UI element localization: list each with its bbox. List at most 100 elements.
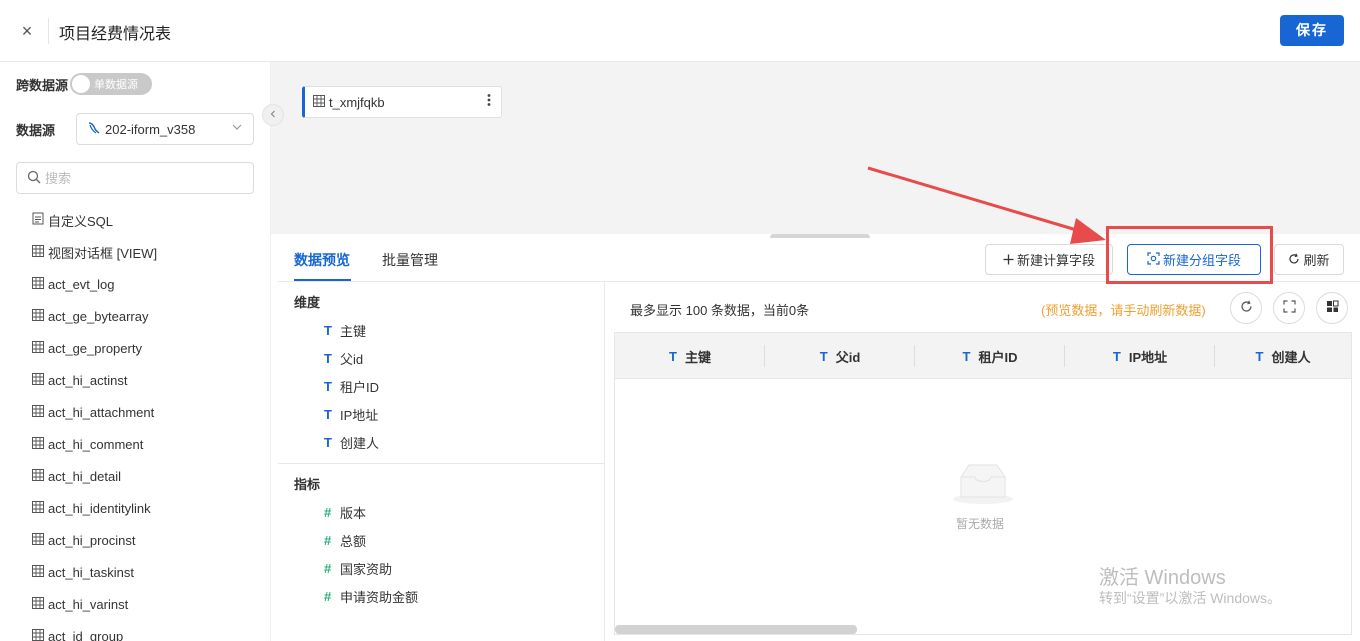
datasource-label: 数据源 [16,122,56,138]
sidebar-item-custom-sql[interactable]: 自定义SQL [32,204,157,236]
table-icon [32,276,45,292]
measure-field[interactable]: # 总额 [324,526,366,554]
text-type-icon: T [1255,348,1264,364]
sidebar-item-table[interactable]: act_hi_procinst [32,524,157,556]
sidebar-item-label: act_hi_detail [48,468,121,484]
empty-box-icon [951,463,1015,505]
field-label: 国家资助 [340,561,393,577]
sidebar-item-table[interactable]: act_hi_taskinst [32,556,157,588]
text-type-icon: T [324,406,332,422]
table-icon [32,244,45,260]
search-box [16,162,254,194]
measure-title: 指标 [294,477,321,492]
dimension-field[interactable]: T 主键 [324,316,366,344]
sidebar-item-label: act_ge_bytearray [48,308,149,324]
text-type-icon: T [962,348,971,364]
single-source-toggle[interactable]: 单数据源 [70,73,153,95]
tab-batch-manage[interactable]: 批量管理 [382,250,438,270]
sidebar-item-table[interactable]: act_hi_varinst [32,588,157,620]
sidebar-item-table[interactable]: act_ge_property [32,332,157,364]
refresh-button[interactable]: 刷新 [1274,244,1344,275]
sidebar-item-view[interactable]: 视图对话框 [VIEW] [32,236,157,268]
sidebar-item-label: act_id_group [48,628,124,641]
column-header[interactable]: T 父id [765,333,915,379]
table-icon [313,94,325,110]
sidebar-item-label: act_hi_procinst [48,532,136,548]
header-divider [48,18,49,44]
column-header[interactable]: T 租户ID [915,333,1065,379]
sidebar-item-label: act_hi_comment [48,436,144,452]
sidebar-item-table[interactable]: act_hi_identitylink [32,492,157,524]
text-type-icon: T [668,348,677,364]
measure-field[interactable]: # 申请资助金额 [324,582,418,610]
tab-data-preview[interactable]: 数据预览 [294,250,350,270]
refresh-label: 刷新 [1303,253,1330,268]
sidebar-item-table[interactable]: act_ge_bytearray [32,300,157,332]
sidebar-item-label: act_hi_attachment [48,404,155,420]
column-header[interactable]: T 创建人 [1215,333,1351,379]
table-node[interactable]: t_xmjfqkb [302,86,502,118]
fullscreen-icon[interactable] [1273,292,1305,324]
table-icon [32,308,45,324]
dimension-title: 维度 [294,295,321,310]
table-icon [32,628,45,641]
sidebar-item-table[interactable]: act_evt_log [32,268,157,300]
dimension-field[interactable]: T 创建人 [324,428,379,456]
header-bar: × 项目经费情况表 保存 [0,0,1360,62]
search-input[interactable] [45,170,235,186]
measure-field[interactable]: # 国家资助 [324,554,392,582]
number-type-icon: # [324,588,332,604]
layout-grid-icon[interactable] [1316,292,1348,324]
text-type-icon: T [324,434,332,450]
collapse-sidebar-icon[interactable] [262,104,284,126]
field-label: 申请资助金额 [340,589,419,605]
refresh-hint: (预览数据，请手动刷新数据) [1041,303,1206,318]
table-icon [32,404,45,420]
field-label: 主键 [340,323,367,339]
measure-field[interactable]: # 版本 [324,498,366,526]
sidebar-item-table[interactable]: act_hi_comment [32,428,157,460]
sidebar-item-table[interactable]: act_hi_detail [32,460,157,492]
table-icon [32,436,45,452]
table-icon [32,596,45,612]
sidebar-item-label: 自定义SQL [48,213,114,229]
table-header: T 主键 T 父id T 租户ID T IP地址 T 创建人 [615,333,1351,379]
field-label: 租户ID [340,379,380,395]
datasource-value: 202-iform_v358 [105,121,196,137]
column-header[interactable]: T IP地址 [1065,333,1215,379]
save-button[interactable]: 保存 [1280,15,1344,46]
toggle-knob [72,75,91,93]
sidebar-item-table[interactable]: act_id_group [32,620,157,641]
dimension-field[interactable]: T 父id [324,344,363,372]
column-label: 父id [835,349,861,365]
sidebar-item-table[interactable]: act_hi_actinst [32,364,157,396]
sidebar-item-label: act_evt_log [48,276,115,292]
table-icon [32,340,45,356]
field-label: 父id [340,351,364,367]
dimension-field[interactable]: T IP地址 [324,400,378,428]
sidebar-item-label: act_hi_varinst [48,596,129,612]
table-list: 自定义SQL 视图对话框 [VIEW] act_evt_log act_ge_b… [32,204,157,641]
sidebar-item-label: act_hi_identitylink [48,500,151,516]
more-vertical-icon[interactable] [487,93,491,110]
table-node-name: t_xmjfqkb [329,94,385,110]
close-icon[interactable]: × [14,18,40,44]
column-label: 创建人 [1271,349,1311,365]
text-type-icon: T [324,378,332,394]
field-label: IP地址 [340,407,379,423]
sidebar-item-label: act_hi_actinst [48,372,128,388]
column-label: 租户ID [978,349,1018,365]
datasource-select[interactable]: 202-iform_v358 [76,113,254,145]
mysql-icon [87,121,101,138]
join-canvas[interactable]: t_xmjfqkb [271,62,1360,234]
column-header[interactable]: T 主键 [615,333,765,379]
reload-icon[interactable] [1230,292,1262,324]
fields-divider [278,463,604,464]
sidebar-item-table[interactable]: act_hi_attachment [32,396,157,428]
number-type-icon: # [324,532,332,548]
horizontal-scrollbar[interactable] [615,625,857,634]
empty-text: 暂无数据 [956,517,1005,531]
dimension-field[interactable]: T 租户ID [324,372,379,400]
column-label: IP地址 [1128,349,1168,365]
text-type-icon: T [324,350,332,366]
